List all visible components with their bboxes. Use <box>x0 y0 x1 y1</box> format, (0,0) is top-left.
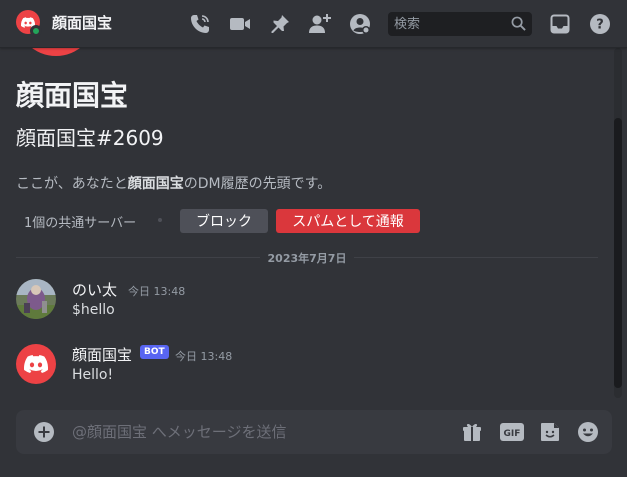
message-content: Hello! <box>72 367 114 383</box>
message-timestamp: 今日 13:48 <box>128 285 186 298</box>
report-spam-button[interactable]: スパムとして通報 <box>276 209 420 233</box>
intro-description: ここが、あなたと顔面国宝のDM履歴の先頭です。 <box>16 173 331 193</box>
svg-text:?: ? <box>596 18 604 33</box>
emoji-icon[interactable] <box>576 420 600 444</box>
mutual-servers-link[interactable]: 1個の共通サーバー <box>24 212 136 231</box>
add-attachment-icon[interactable] <box>32 420 56 444</box>
dm-window: 顔面国宝 顔面国宝#2609 ここが、あなたと顔面国宝のDM履歴の先頭です。 1… <box>0 0 627 477</box>
message-content: $hello <box>72 302 115 318</box>
block-button[interactable]: ブロック <box>180 209 268 233</box>
scrollbar-thumb[interactable] <box>614 118 622 388</box>
gift-icon[interactable] <box>460 420 484 444</box>
date-divider-line-left <box>16 257 260 258</box>
svg-text:GIF: GIF <box>504 429 521 439</box>
intro-display-name: 顔面国宝 <box>16 79 129 112</box>
user-avatar[interactable] <box>16 279 56 319</box>
intro-desc-prefix: ここが、あなたと <box>16 176 128 192</box>
add-friend-icon[interactable] <box>308 12 332 36</box>
message-timestamp: 今日 13:48 <box>175 350 233 363</box>
date-divider-line-right <box>354 257 598 258</box>
help-icon[interactable]: ? <box>588 12 612 36</box>
profile-icon[interactable] <box>348 12 372 36</box>
bot-badge: BOT <box>140 345 169 359</box>
intro-desc-name: 顔面国宝 <box>127 176 184 192</box>
date-divider: 2023年7月7日 <box>267 252 347 265</box>
search-input[interactable] <box>388 12 506 36</box>
online-status-indicator <box>30 25 42 37</box>
channel-header: 顔面国宝 検索 ? <box>0 0 627 48</box>
intro-desc-suffix: のDM履歴の先頭です。 <box>183 176 332 192</box>
inbox-icon[interactable] <box>548 12 572 36</box>
separator-dot <box>158 218 162 222</box>
discord-logo-icon <box>24 355 48 373</box>
phone-call-icon[interactable] <box>188 12 212 36</box>
user-avatar-image <box>16 279 56 319</box>
message-author[interactable]: のい太 <box>72 279 117 300</box>
search-icon <box>511 16 526 35</box>
bot-avatar[interactable] <box>16 344 56 384</box>
message-composer: GIF <box>16 410 612 454</box>
video-camera-icon[interactable] <box>228 12 252 36</box>
search-box[interactable] <box>388 12 532 36</box>
pin-icon[interactable] <box>268 12 292 36</box>
sticker-icon[interactable] <box>538 420 562 444</box>
intro-username: 顔面国宝#2609 <box>16 126 164 150</box>
message-input[interactable] <box>72 410 452 454</box>
message-author[interactable]: 顔面国宝 <box>72 344 132 365</box>
header-title[interactable]: 顔面国宝 <box>52 12 112 33</box>
gif-icon[interactable]: GIF <box>500 420 524 444</box>
